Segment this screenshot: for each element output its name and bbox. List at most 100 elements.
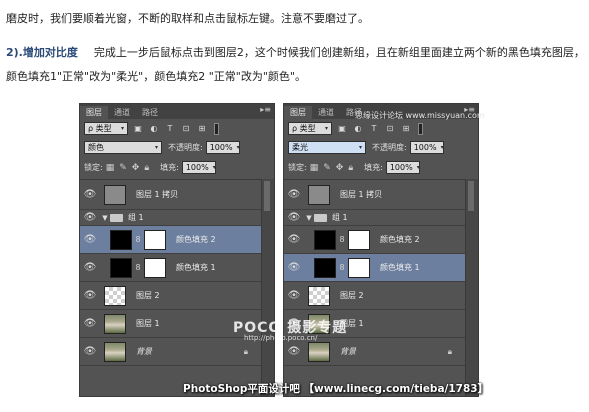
eye-icon[interactable]: 👁︎ xyxy=(284,262,304,273)
layer-name: 颜色填充 2 xyxy=(380,235,420,244)
tab-layers[interactable]: 图层 xyxy=(80,106,108,119)
layer-row[interactable]: 👁︎ 8 颜色填充 2 xyxy=(284,226,466,254)
layer-name: 图层 1 拷贝 xyxy=(136,190,179,199)
lock-all-icon[interactable]: 🔒︎ xyxy=(144,163,149,173)
panel-menu-icon[interactable]: ▸≡ xyxy=(464,105,475,114)
eye-icon[interactable]: 👁︎ xyxy=(80,318,100,329)
fill-label: 填充: xyxy=(364,163,383,172)
eye-icon[interactable]: 👁︎ xyxy=(284,189,304,200)
fill-thumbnail xyxy=(110,229,132,250)
scrollbar[interactable] xyxy=(261,179,274,396)
eye-icon[interactable]: 👁︎ xyxy=(80,290,100,301)
layer-thumbnail xyxy=(308,184,330,205)
kind-filter-select[interactable]: ρ 类型 ▾ xyxy=(288,122,332,135)
shape-filter-icon[interactable]: ⊡ xyxy=(384,123,396,135)
group-name: 组 1 xyxy=(128,213,144,222)
blend-mode-select[interactable]: 柔光 ▾ xyxy=(288,141,366,154)
lock-paint-icon[interactable]: ✎ xyxy=(119,163,127,173)
eye-icon[interactable]: 👁︎ xyxy=(80,212,100,223)
shape-filter-icon[interactable]: ⊡ xyxy=(180,123,192,135)
image-filter-icon[interactable]: ▣ xyxy=(336,123,348,135)
blend-mode-select[interactable]: 颜色 ▾ xyxy=(84,141,162,154)
disclosure-triangle-icon[interactable]: ▼ xyxy=(304,214,314,222)
chevron-down-icon: ▾ xyxy=(440,144,444,151)
panel-tabs: 图层 通道 路径 ▸≡ xyxy=(284,104,478,119)
smart-object-filter-icon[interactable]: ⊞ xyxy=(400,123,412,135)
lock-move-icon[interactable]: ✥ xyxy=(132,163,140,173)
fill-thumbnail xyxy=(314,257,336,278)
disclosure-triangle-icon[interactable]: ▼ xyxy=(100,214,110,222)
layer-name: 颜色填充 1 xyxy=(176,263,216,272)
eye-icon[interactable]: 👁︎ xyxy=(80,346,100,357)
lock-icon: 🔒︎ xyxy=(447,346,452,356)
layers-panel-left: 图层 通道 路径 ▸≡ ρ 类型 ▾ ▣ ◐ T ⊡ ⊞ 颜色 ▾ 不透明度: 10… xyxy=(79,103,275,397)
eye-icon[interactable]: 👁︎ xyxy=(80,234,100,245)
fill-input[interactable]: 100% ▾ xyxy=(181,161,216,174)
scrollbar-thumb[interactable] xyxy=(264,181,270,211)
fill-label: 填充: xyxy=(160,163,179,172)
lock-transparency-icon[interactable]: ▦ xyxy=(310,163,319,173)
tab-paths[interactable]: 路径 xyxy=(340,106,368,119)
scrollbar[interactable] xyxy=(465,179,478,396)
lock-transparency-icon[interactable]: ▦ xyxy=(106,163,115,173)
layer-name: 颜色填充 2 xyxy=(176,235,216,244)
group-row[interactable]: 👁︎ ▼ 组 1 xyxy=(80,210,262,226)
eye-icon[interactable]: 👁︎ xyxy=(284,318,304,329)
chevron-down-icon: ▾ xyxy=(212,164,216,171)
tab-channels[interactable]: 通道 xyxy=(108,106,136,119)
tab-paths[interactable]: 路径 xyxy=(136,106,164,119)
eye-icon[interactable]: 👁︎ xyxy=(284,234,304,245)
opacity-input[interactable]: 100% ▾ xyxy=(205,141,240,154)
layer-thumbnail xyxy=(104,285,126,306)
eye-icon[interactable]: 👁︎ xyxy=(80,189,100,200)
opacity-input[interactable]: 100% ▾ xyxy=(409,141,444,154)
layer-row[interactable]: 👁︎ 图层 1 xyxy=(284,310,466,338)
mask-thumbnail xyxy=(144,229,166,250)
image-filter-icon[interactable]: ▣ xyxy=(132,123,144,135)
layer-name: 图层 1 xyxy=(340,319,364,328)
layer-row[interactable]: 👁︎ 背景 🔒︎ xyxy=(80,338,262,366)
layer-row[interactable]: 👁︎ 图层 1 xyxy=(80,310,262,338)
filter-toggle[interactable] xyxy=(214,122,219,135)
kind-filter-select[interactable]: ρ 类型 ▾ xyxy=(84,122,128,135)
chevron-down-icon: ▾ xyxy=(120,125,124,132)
layer-row[interactable]: 👁︎ 图层 1 拷贝 xyxy=(284,180,466,210)
layer-row[interactable]: 👁︎ 8 颜色填充 2 xyxy=(80,226,262,254)
tab-channels[interactable]: 通道 xyxy=(312,106,340,119)
adjustment-filter-icon[interactable]: ◐ xyxy=(352,123,364,135)
tab-layers[interactable]: 图层 xyxy=(284,106,312,119)
fill-input[interactable]: 100% ▾ xyxy=(385,161,420,174)
eye-icon[interactable]: 👁︎ xyxy=(284,212,304,223)
layer-row[interactable]: 👁︎ 图层 2 xyxy=(284,282,466,310)
panel-menu-icon[interactable]: ▸≡ xyxy=(260,105,271,114)
layer-thumbnail xyxy=(308,341,330,362)
layer-row[interactable]: 👁︎ 背景 🔒︎ xyxy=(284,338,466,366)
layer-row[interactable]: 👁︎ 8 颜色填充 1 xyxy=(80,254,262,282)
layer-thumbnail xyxy=(104,313,126,334)
type-filter-icon[interactable]: T xyxy=(368,123,380,135)
adjustment-filter-icon[interactable]: ◐ xyxy=(148,123,160,135)
lock-all-icon[interactable]: 🔒︎ xyxy=(348,163,353,173)
lock-move-icon[interactable]: ✥ xyxy=(336,163,344,173)
type-filter-icon[interactable]: T xyxy=(164,123,176,135)
lock-label: 锁定: xyxy=(288,163,307,172)
eye-icon[interactable]: 👁︎ xyxy=(284,290,304,301)
folder-icon xyxy=(314,213,327,222)
layer-row[interactable]: 👁︎ 图层 2 xyxy=(80,282,262,310)
layer-row[interactable]: 👁︎ 图层 1 拷贝 xyxy=(80,180,262,210)
eye-icon[interactable]: 👁︎ xyxy=(284,346,304,357)
link-icon: 8 xyxy=(135,235,141,244)
chevron-down-icon: ▾ xyxy=(154,144,158,151)
eye-icon[interactable]: 👁︎ xyxy=(80,262,100,273)
filter-row: ρ 类型 ▾ ▣ ◐ T ⊡ ⊞ xyxy=(84,122,270,135)
layer-row[interactable]: 👁︎ 8 颜色填充 1 xyxy=(284,254,466,282)
group-row[interactable]: 👁︎ ▼ 组 1 xyxy=(284,210,466,226)
filter-toggle[interactable] xyxy=(418,122,423,135)
lock-paint-icon[interactable]: ✎ xyxy=(323,163,331,173)
smart-object-filter-icon[interactable]: ⊞ xyxy=(196,123,208,135)
layer-name: 图层 2 xyxy=(136,291,160,300)
opacity-label: 不透明度: xyxy=(372,143,407,152)
scrollbar-thumb[interactable] xyxy=(468,181,474,211)
fill-thumbnail xyxy=(110,257,132,278)
blend-row: 柔光 ▾ 不透明度: 100% ▾ xyxy=(288,141,474,154)
